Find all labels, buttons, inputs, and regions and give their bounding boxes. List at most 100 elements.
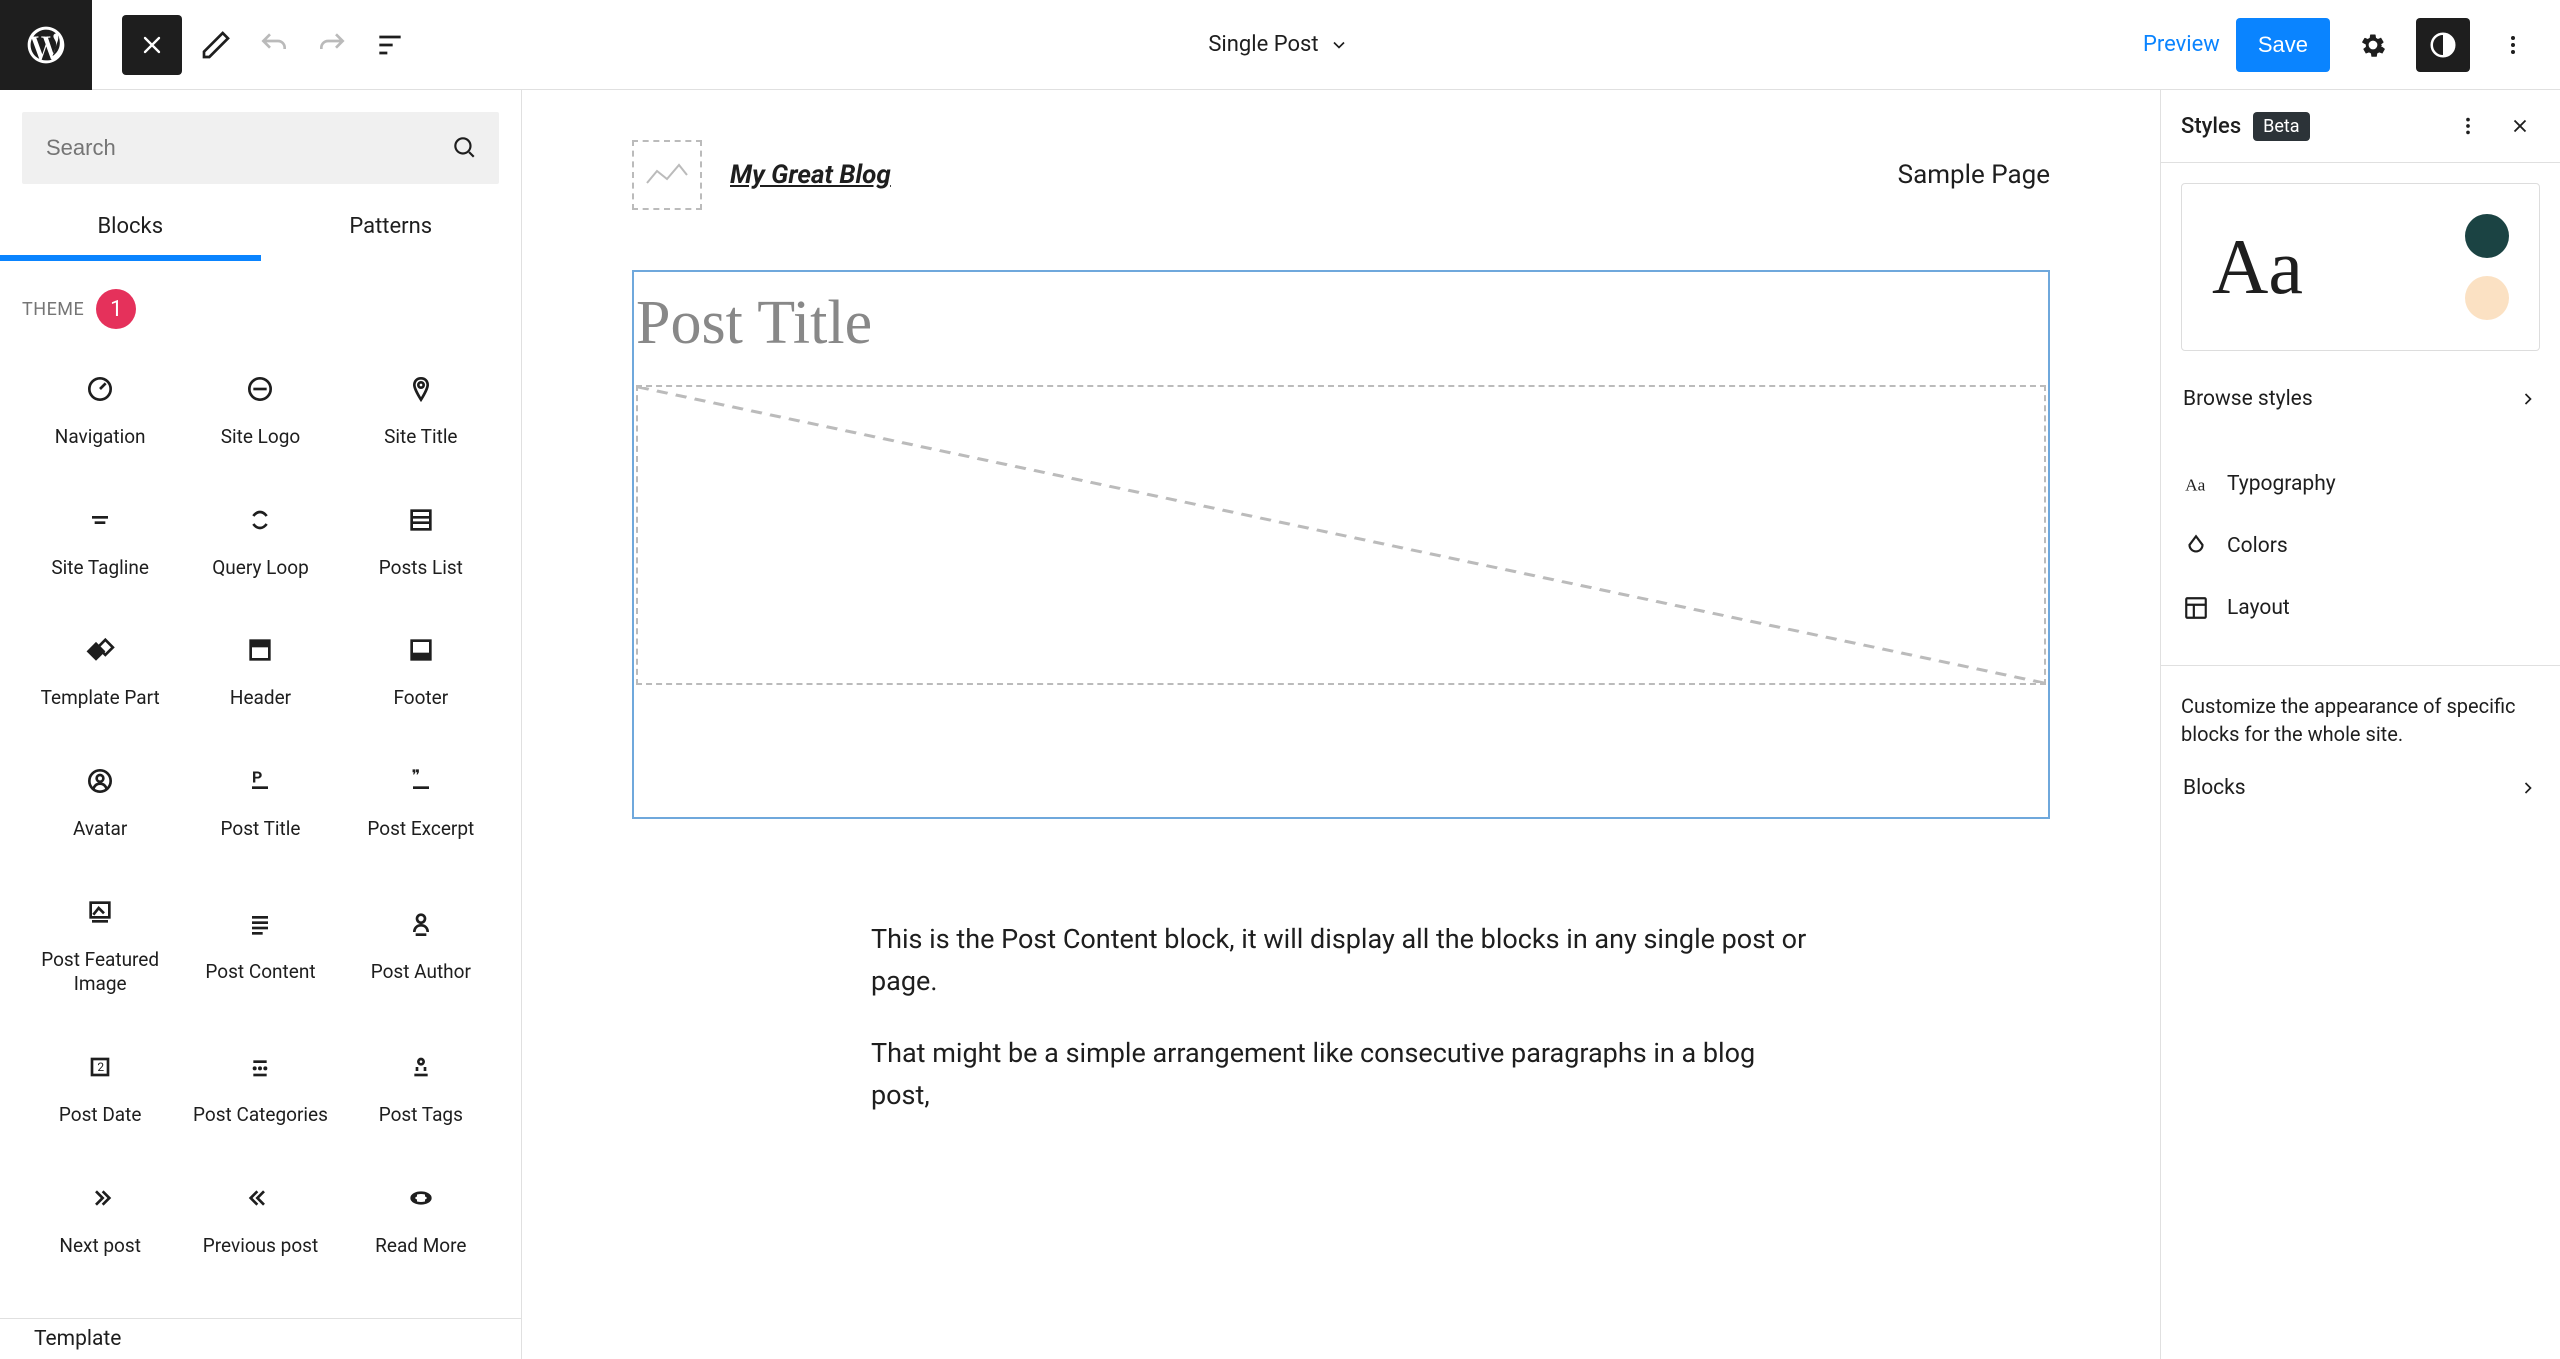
block-item-footer[interactable]: Footer (341, 604, 501, 729)
tab-blocks[interactable]: Blocks (0, 192, 261, 261)
block-label: Footer (393, 686, 448, 711)
typography-icon: Aa (2183, 471, 2209, 497)
content-paragraph[interactable]: This is the Post Content block, it will … (871, 919, 1811, 1003)
svg-text:❞: ❞ (411, 766, 420, 785)
block-label: Post Tags (379, 1103, 463, 1128)
block-icon (244, 367, 276, 411)
layout-label: Layout (2227, 596, 2290, 620)
search-icon (451, 134, 477, 164)
editor-canvas[interactable]: My Great Blog Sample Page Post Title Thi… (522, 90, 2160, 1359)
block-inserter-panel: Blocks Patterns THEME 1 NavigationSite L… (0, 90, 522, 1359)
typography-sample: Aa (2212, 222, 2303, 312)
editor-topbar: Single Post Preview Save (0, 0, 2560, 90)
block-item-site-logo[interactable]: Site Logo (180, 343, 340, 468)
block-label: Post Featured Image (26, 948, 174, 997)
preview-button[interactable]: Preview (2143, 32, 2220, 57)
typography-label: Typography (2227, 472, 2336, 496)
block-item-post-title[interactable]: PPost Title (180, 735, 340, 860)
wordpress-logo-button[interactable] (0, 0, 92, 90)
list-view-icon (374, 29, 406, 61)
chevron-right-icon (2518, 778, 2538, 798)
block-label: Post Content (205, 960, 315, 985)
block-icon (405, 628, 437, 672)
post-block-selected[interactable]: Post Title (632, 270, 2050, 819)
block-item-post-tags[interactable]: Post Tags (341, 1021, 501, 1146)
blocks-styles-button[interactable]: Blocks (2181, 758, 2540, 818)
block-item-post-excerpt[interactable]: ❞Post Excerpt (341, 735, 501, 860)
block-icon (84, 759, 116, 803)
block-label: Read More (375, 1234, 466, 1259)
style-preview-card[interactable]: Aa (2181, 183, 2540, 351)
content-paragraph[interactable]: That might be a simple arrangement like … (871, 1033, 1811, 1117)
close-icon (138, 31, 166, 59)
block-item-navigation[interactable]: Navigation (20, 343, 180, 468)
more-vertical-icon (2501, 33, 2525, 57)
styles-button[interactable] (2416, 18, 2470, 72)
block-icon (244, 628, 276, 672)
layout-button[interactable]: Layout (2181, 577, 2540, 639)
block-label: Template Part (41, 686, 160, 711)
block-label: Posts List (379, 556, 463, 581)
more-vertical-icon (2457, 115, 2479, 137)
tab-patterns[interactable]: Patterns (261, 192, 522, 261)
settings-button[interactable] (2346, 18, 2400, 72)
block-icon (405, 902, 437, 946)
document-title: Single Post (1208, 32, 1318, 57)
block-icon (84, 628, 116, 672)
post-content-block[interactable]: This is the Post Content block, it will … (632, 919, 2050, 1116)
block-item-post-featured-image[interactable]: Post Featured Image (20, 866, 180, 1015)
block-item-header[interactable]: Header (180, 604, 340, 729)
styles-panel: Styles Beta Aa B (2160, 90, 2560, 1359)
list-view-button[interactable] (366, 21, 414, 69)
svg-text:P: P (252, 767, 262, 786)
block-icon: P (244, 759, 276, 803)
block-icon (244, 1176, 276, 1220)
colors-button[interactable]: Colors (2181, 515, 2540, 577)
nav-link-sample-page[interactable]: Sample Page (1898, 160, 2050, 190)
block-item-query-loop[interactable]: Query Loop (180, 474, 340, 599)
image-placeholder-icon (645, 161, 689, 189)
block-item-posts-list[interactable]: Posts List (341, 474, 501, 599)
block-item-post-author[interactable]: Post Author (341, 866, 501, 1015)
section-title-theme: THEME (22, 299, 84, 320)
block-item-site-tagline[interactable]: Site Tagline (20, 474, 180, 599)
gear-icon (2358, 30, 2388, 60)
block-item-post-content[interactable]: Post Content (180, 866, 340, 1015)
block-item-site-title[interactable]: Site Title (341, 343, 501, 468)
block-item-next-post[interactable]: Next post (20, 1152, 180, 1277)
search-input[interactable] (22, 112, 499, 184)
site-title[interactable]: My Great Blog (730, 160, 891, 190)
color-swatch-dark (2465, 214, 2509, 258)
block-item-template-part[interactable]: Template Part (20, 604, 180, 729)
block-item-post-categories[interactable]: Post Categories (180, 1021, 340, 1146)
typography-button[interactable]: Aa Typography (2181, 453, 2540, 515)
panel-more-button[interactable] (2448, 106, 2488, 146)
block-item-post-date[interactable]: 2Post Date (20, 1021, 180, 1146)
more-options-button[interactable] (2486, 18, 2540, 72)
post-title-placeholder[interactable]: Post Title (636, 274, 2046, 385)
undo-button[interactable] (250, 21, 298, 69)
close-inserter-button[interactable] (122, 15, 182, 75)
chevron-right-icon (2518, 389, 2538, 409)
site-logo-placeholder[interactable] (632, 140, 702, 210)
block-label: Post Categories (193, 1103, 328, 1128)
block-icon (405, 1176, 437, 1220)
block-item-read-more[interactable]: Read More (341, 1152, 501, 1277)
status-bar: Template (0, 1318, 521, 1359)
block-icon (244, 902, 276, 946)
panel-close-button[interactable] (2500, 106, 2540, 146)
featured-image-placeholder[interactable] (636, 385, 2046, 685)
colors-label: Colors (2227, 534, 2288, 558)
block-icon (84, 1176, 116, 1220)
tools-button[interactable] (192, 21, 240, 69)
block-icon (84, 367, 116, 411)
layout-icon (2183, 595, 2209, 621)
redo-button[interactable] (308, 21, 356, 69)
block-item-avatar[interactable]: Avatar (20, 735, 180, 860)
document-title-button[interactable]: Single Post (414, 32, 2143, 57)
close-icon (2509, 115, 2531, 137)
block-item-previous-post[interactable]: Previous post (180, 1152, 340, 1277)
wordpress-icon (24, 23, 68, 67)
browse-styles-button[interactable]: Browse styles (2181, 369, 2540, 429)
save-button[interactable]: Save (2236, 18, 2330, 72)
